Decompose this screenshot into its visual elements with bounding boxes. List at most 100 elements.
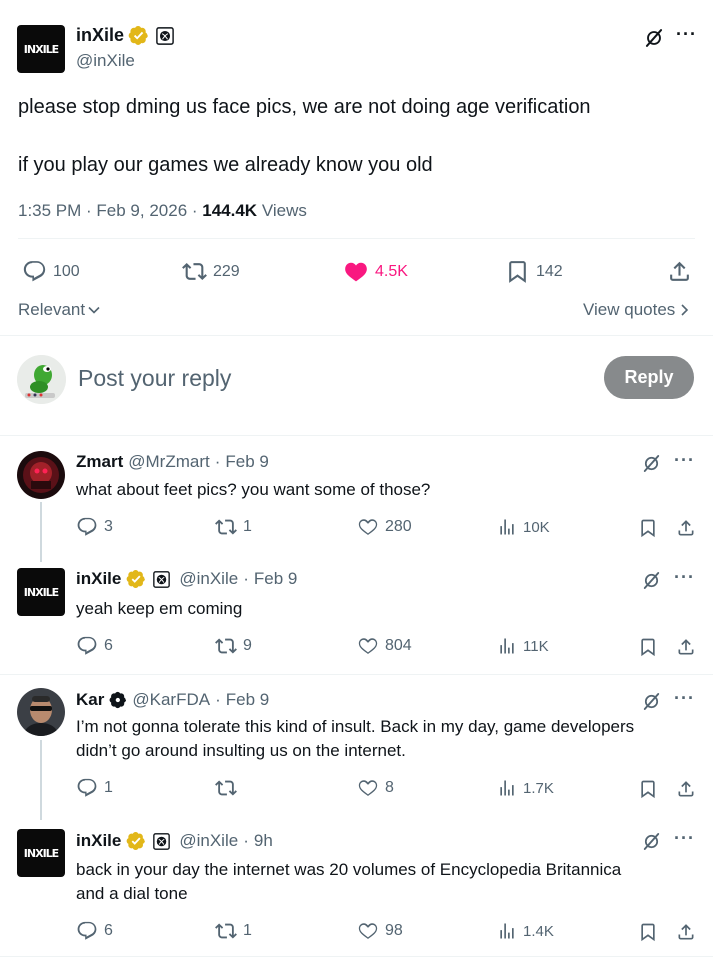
heart-icon [343, 259, 369, 285]
views-count: 1.7K [523, 779, 554, 797]
author-name[interactable]: inXile [76, 25, 124, 46]
affiliate-xbox-icon[interactable] [156, 27, 174, 45]
repost-icon [182, 259, 207, 284]
bookmark-icon[interactable] [638, 518, 658, 538]
reply-action[interactable]: 1 [76, 777, 113, 799]
reply-count: 3 [104, 518, 113, 535]
reply-header: inXile @inXile · Feb 9 [76, 569, 297, 589]
like-action[interactable]: 8 [357, 777, 394, 799]
grok-icon[interactable] [644, 28, 664, 48]
more-icon[interactable]: ··· [674, 567, 695, 588]
like-action[interactable]: 804 [357, 635, 412, 657]
share-icon[interactable] [676, 922, 696, 942]
share-icon[interactable] [667, 259, 692, 284]
views-count: 144.4K [202, 201, 258, 220]
bookmark-action[interactable]: 142 [505, 259, 563, 284]
avatar[interactable]: INXILE [17, 25, 65, 73]
views-icon [497, 635, 517, 657]
reply-button[interactable]: Reply [604, 356, 694, 399]
like-count: 98 [385, 922, 403, 939]
reply-count: 6 [104, 637, 113, 654]
reply-author-name[interactable]: Kar [76, 690, 104, 710]
thread-line [40, 740, 42, 820]
author-handle[interactable]: @inXile [76, 51, 135, 71]
divider [0, 674, 713, 675]
reply-action[interactable]: 100 [22, 259, 80, 284]
more-icon[interactable]: ··· [676, 24, 697, 45]
post-text-line: if you play our games we already know yo… [18, 154, 433, 176]
reply-action[interactable]: 3 [76, 516, 113, 538]
reply-input[interactable]: Post your reply [78, 365, 231, 392]
repost-count: 229 [213, 262, 240, 280]
reply-icon [22, 259, 47, 284]
reply-text-line: yeah keep em coming [76, 599, 243, 618]
repost-action[interactable]: 1 [215, 516, 252, 538]
repost-action[interactable]: 1 [215, 920, 252, 942]
author-row: inXile [76, 25, 174, 46]
thread-line [40, 502, 42, 562]
reply-action[interactable]: 6 [76, 920, 113, 942]
like-action[interactable]: 4.5K [343, 259, 408, 285]
grok-icon[interactable] [642, 832, 661, 851]
repost-count: 9 [243, 637, 252, 654]
views-action[interactable]: 1.7K [497, 777, 554, 799]
avatar[interactable]: INXILE [17, 829, 65, 877]
heart-icon [357, 516, 379, 538]
avatar-logo-text: INXILE [23, 585, 59, 599]
bookmark-icon[interactable] [638, 779, 658, 799]
post-text-line: please stop dming us face pics, we are n… [18, 96, 591, 118]
sort-label: Relevant [18, 300, 86, 319]
share-icon[interactable] [676, 518, 696, 538]
divider [18, 238, 695, 239]
reply-date[interactable]: 9h [254, 831, 273, 851]
reply-author-name[interactable]: inXile [76, 569, 121, 589]
post-time[interactable]: 1:35 PM · Feb 9, 2026 · [18, 201, 202, 220]
view-quotes-link[interactable]: View quotes [583, 300, 691, 320]
reply-handle[interactable]: @inXile [179, 569, 238, 589]
repost-action[interactable]: 229 [182, 259, 240, 284]
avatar[interactable] [17, 451, 65, 499]
reply-date[interactable]: Feb 9 [226, 690, 269, 710]
bookmark-icon[interactable] [638, 637, 658, 657]
reply-author-name[interactable]: Zmart [76, 452, 123, 472]
reply-count: 6 [104, 922, 113, 939]
more-icon[interactable]: ··· [674, 688, 695, 709]
heart-icon [357, 635, 379, 657]
reply-action[interactable]: 6 [76, 635, 113, 657]
views-label: Views [257, 201, 307, 220]
reply-author-name[interactable]: inXile [76, 831, 121, 851]
reply-separator: · [243, 569, 249, 588]
like-action[interactable]: 98 [357, 920, 403, 942]
grok-icon[interactable] [642, 454, 661, 473]
reply-handle[interactable]: @KarFDA [132, 690, 210, 710]
avatar-logo-text: INXILE [23, 846, 59, 860]
repost-action[interactable] [215, 777, 243, 799]
reply-date[interactable]: Feb 9 [225, 452, 268, 472]
sort-dropdown[interactable]: Relevant [18, 300, 101, 320]
views-action[interactable]: 1.4K [497, 920, 554, 942]
affiliate-xbox-icon[interactable] [153, 833, 170, 850]
avatar[interactable]: INXILE [17, 568, 65, 616]
reply-date[interactable]: Feb 9 [254, 569, 297, 589]
grok-icon[interactable] [642, 692, 661, 711]
grok-icon[interactable] [642, 571, 661, 590]
share-icon[interactable] [676, 637, 696, 657]
views-icon [497, 516, 517, 538]
more-icon[interactable]: ··· [674, 450, 695, 471]
affiliate-xbox-icon[interactable] [153, 571, 170, 588]
share-icon[interactable] [676, 779, 696, 799]
reply-handle[interactable]: @MrZmart [128, 452, 209, 472]
views-action[interactable]: 10K [497, 516, 550, 538]
views-count: 10K [523, 518, 550, 536]
avatar[interactable] [17, 688, 65, 736]
more-icon[interactable]: ··· [674, 828, 695, 849]
views-action[interactable]: 11K [497, 635, 549, 657]
reply-header: Kar @KarFDA · Feb 9 [76, 690, 269, 710]
reply-handle[interactable]: @inXile [179, 831, 238, 851]
reply-separator: · [215, 690, 221, 709]
bookmark-icon[interactable] [638, 922, 658, 942]
repost-action[interactable]: 9 [215, 635, 252, 657]
reply-header: Zmart @MrZmart · Feb 9 [76, 452, 269, 472]
reply-count: 100 [53, 262, 80, 280]
like-action[interactable]: 280 [357, 516, 412, 538]
